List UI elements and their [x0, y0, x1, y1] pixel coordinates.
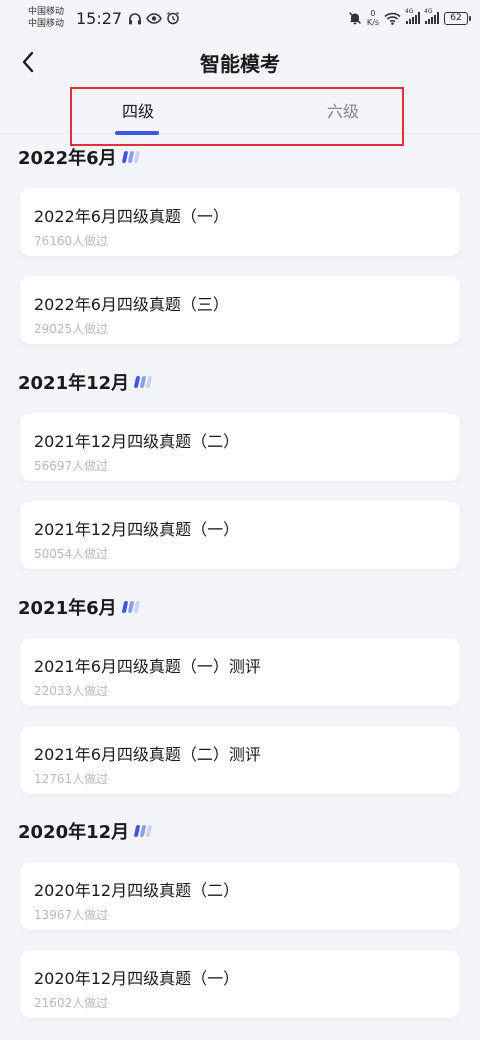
- section-label: 2021年6月: [18, 598, 117, 619]
- exam-title: 2020年12月四级真题（二）: [34, 881, 240, 900]
- exam-card[interactable]: 2022年6月四级真题（三） 29025人做过: [20, 276, 460, 344]
- exam-count: 56697人做过: [34, 459, 109, 473]
- exam-count: 29025人做过: [34, 322, 109, 336]
- exam-title: 2021年6月四级真题（二）测评: [34, 745, 261, 764]
- headphones-icon: [128, 12, 142, 25]
- exam-card[interactable]: 2020年12月四级真题（二） 13967人做过: [20, 862, 460, 930]
- page-title: 智能模考: [200, 52, 280, 76]
- exam-title: 2021年6月四级真题（一）测评: [34, 657, 261, 676]
- status-time: 15:27: [76, 8, 123, 28]
- exam-card[interactable]: 2021年6月四级真题（二）测评 12761人做过: [20, 726, 460, 794]
- battery-icon: 62: [444, 11, 471, 25]
- net-speed: 0 K/s: [367, 9, 379, 27]
- exam-title: 2022年6月四级真题（三）: [34, 295, 229, 314]
- wifi-icon: [384, 12, 401, 25]
- section-title: 2022年6月: [18, 144, 140, 170]
- tabs-highlight-box: [70, 87, 404, 146]
- mute-bell-icon: [348, 11, 362, 25]
- exam-count: 76160人做过: [34, 234, 109, 248]
- header: 智能模考: [0, 36, 480, 88]
- carrier-1: 中国移动: [28, 7, 65, 17]
- section-bars-icon: [133, 376, 153, 388]
- exam-card[interactable]: 2021年12月四级真题（一） 50054人做过: [20, 501, 460, 569]
- status-bar: 中国移动 中国移动 15:27 0 K/s 4G 4G 62: [0, 0, 480, 36]
- section-bars-icon: [121, 601, 140, 613]
- exam-count: 50054人做过: [34, 547, 109, 561]
- signal-icon-2: 4G: [424, 8, 439, 24]
- alarm-icon: [166, 11, 180, 25]
- section-bars-icon: [133, 825, 153, 837]
- eye-icon: [146, 12, 162, 24]
- section-label: 2021年12月: [18, 373, 130, 394]
- exam-count: 13967人做过: [34, 908, 109, 922]
- section-title: 2021年12月: [18, 369, 153, 395]
- carrier-2: 中国移动: [28, 19, 65, 29]
- section-title: 2020年12月: [18, 818, 153, 844]
- net-speed-value: 0: [370, 9, 376, 18]
- section-label: 2022年6月: [18, 148, 117, 169]
- signal-1-label: 4G: [405, 8, 414, 15]
- exam-card[interactable]: 2022年6月四级真题（一） 76160人做过: [20, 188, 460, 256]
- exam-title: 2022年6月四级真题（一）: [34, 207, 229, 226]
- exam-title: 2021年12月四级真题（一）: [34, 520, 240, 539]
- section-label: 2020年12月: [18, 822, 130, 843]
- battery-level: 62: [450, 13, 462, 23]
- exam-title: 2021年12月四级真题（二）: [34, 432, 240, 451]
- exam-card[interactable]: 2021年12月四级真题（二） 56697人做过: [20, 413, 460, 481]
- carrier-info: 中国移动 中国移动: [28, 6, 72, 30]
- signal-2-label: 4G: [424, 8, 433, 15]
- exam-card[interactable]: 2020年12月四级真题（一） 21602人做过: [20, 950, 460, 1018]
- exam-count: 12761人做过: [34, 772, 109, 786]
- net-speed-unit: K/s: [366, 18, 379, 27]
- exam-title: 2020年12月四级真题（一）: [34, 969, 240, 988]
- exam-count: 21602人做过: [34, 996, 109, 1010]
- exam-count: 22033人做过: [34, 684, 109, 698]
- signal-icon-1: 4G: [405, 8, 420, 24]
- section-title: 2021年6月: [18, 594, 140, 620]
- exam-card[interactable]: 2021年6月四级真题（一）测评 22033人做过: [20, 638, 460, 706]
- section-bars-icon: [121, 151, 140, 163]
